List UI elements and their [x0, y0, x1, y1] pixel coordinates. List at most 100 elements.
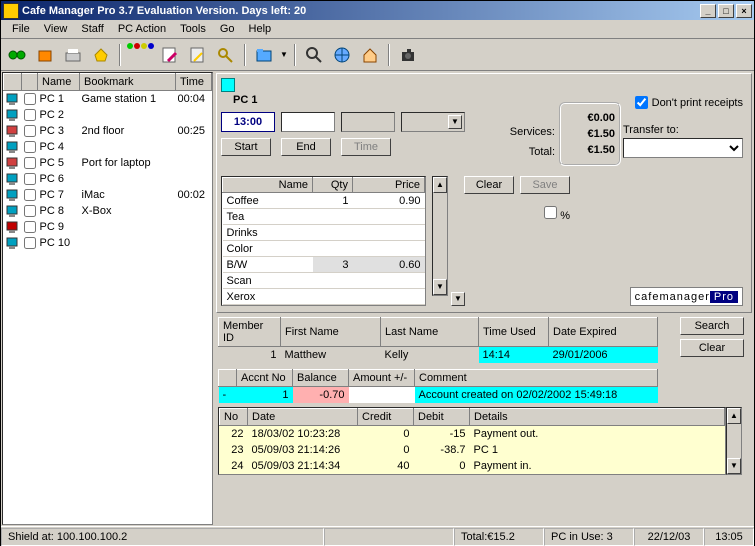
toolbar-btn-2[interactable] [33, 43, 57, 67]
services-scrollbar[interactable]: ▲ ▼ [432, 176, 448, 296]
transactions-table: No Date Credit Debit Details 2218/03/02 … [218, 407, 726, 475]
session-time[interactable]: 13:00 [221, 112, 275, 132]
maximize-button[interactable]: □ [718, 4, 734, 18]
toolbar-btn-4[interactable] [89, 43, 113, 67]
pc-row-checkbox[interactable] [24, 109, 36, 121]
pc-list-row[interactable]: PC 4 [4, 139, 212, 155]
svc-col-qty[interactable]: Qty [313, 178, 353, 193]
session-dropdown[interactable]: ▼ [401, 112, 465, 132]
pc-row-checkbox[interactable] [24, 221, 36, 233]
toolbar-btn-edit[interactable] [158, 43, 182, 67]
scroll-down-icon[interactable]: ▼ [433, 279, 447, 295]
svc-col-name[interactable]: Name [223, 178, 313, 193]
service-row[interactable]: Xerox [223, 289, 425, 305]
menu-staff[interactable]: Staff [74, 21, 110, 37]
menu-help[interactable]: Help [242, 21, 279, 37]
pc-list-row[interactable]: PC 2 [4, 107, 212, 123]
pc-list-row[interactable]: PC 7iMac00:02 [4, 187, 212, 203]
status-time: 13:05 [704, 528, 754, 546]
trans-scroll-up-icon[interactable]: ▲ [727, 408, 741, 424]
session-field-2[interactable] [281, 112, 335, 132]
status-shield: Shield at: 100.100.100.2 [1, 528, 324, 546]
transfer-select[interactable] [623, 138, 743, 158]
totals-box: €0.00 €1.50 €1.50 [559, 102, 621, 166]
menu-view[interactable]: View [37, 21, 75, 37]
toolbar-btn-camera[interactable] [396, 43, 420, 67]
member-row[interactable]: 1 Matthew Kelly 14:14 29/01/2006 [219, 347, 658, 364]
statusbar: Shield at: 100.100.100.2 Total:€15.2 PC … [1, 526, 754, 546]
menu-file[interactable]: File [5, 21, 37, 37]
transaction-row[interactable]: 2405/09/03 21:14:34400Payment in. [220, 458, 725, 474]
pc-row-checkbox[interactable] [24, 173, 36, 185]
pc-list-row[interactable]: PC 5Port for laptop [4, 155, 212, 171]
svc-col-price[interactable]: Price [353, 178, 425, 193]
menubar: File View Staff PC Action Tools Go Help [1, 20, 754, 39]
menu-go[interactable]: Go [213, 21, 242, 37]
total-line3: €1.50 [565, 142, 615, 158]
service-row[interactable]: Tea [223, 209, 425, 225]
toolbar-btn-key[interactable] [214, 43, 238, 67]
transactions-scrollbar[interactable]: ▲ ▼ [726, 407, 742, 475]
service-row[interactable]: Coffee10.90 [223, 193, 425, 209]
toolbar-btn-3[interactable] [61, 43, 85, 67]
menu-pc-action[interactable]: PC Action [111, 21, 173, 37]
toolbar-btn-globe[interactable] [330, 43, 354, 67]
toolbar-btn-folder[interactable] [252, 43, 276, 67]
pc-row-checkbox[interactable] [24, 237, 36, 249]
pc-list-row[interactable]: PC 32nd floor00:25 [4, 123, 212, 139]
clear-services-button[interactable]: Clear [464, 176, 514, 194]
titlebar: Cafe Manager Pro 3.7 Evaluation Version.… [1, 1, 754, 20]
service-row[interactable]: Scan [223, 273, 425, 289]
account-row[interactable]: - 1 -0.70 Account created on 02/02/2002 … [219, 387, 658, 404]
service-row[interactable]: Color [223, 241, 425, 257]
member-panel: Search Clear Member ID First Name Last N… [216, 315, 752, 477]
time-button: Time [341, 138, 391, 156]
pc-row-checkbox[interactable] [24, 157, 36, 169]
pc-list-row[interactable]: PC 1Game station 100:04 [4, 91, 212, 108]
window-title: Cafe Manager Pro 3.7 Evaluation Version.… [22, 5, 306, 17]
service-row[interactable]: Drinks [223, 225, 425, 241]
pc-row-checkbox[interactable] [24, 125, 36, 137]
transaction-row[interactable]: 2305/09/03 21:14:260-38.7PC 1 [220, 442, 725, 458]
pc-row-checkbox[interactable] [24, 189, 36, 201]
pc-col-bookmark[interactable]: Bookmark [80, 74, 176, 91]
pc-status-icon [221, 78, 235, 92]
toolbar-btn-home[interactable] [358, 43, 382, 67]
pc-row-checkbox[interactable] [24, 141, 36, 153]
toolbar-btn-1[interactable] [5, 43, 29, 67]
toolbar-btn-search[interactable] [302, 43, 326, 67]
close-button[interactable]: × [736, 4, 752, 18]
services-expand-icon[interactable]: ▼ [451, 292, 465, 306]
services-table: Name Qty Price Coffee10.90TeaDrinksColor… [221, 176, 426, 306]
service-row[interactable]: B/W30.60 [223, 257, 425, 273]
pc-list-row[interactable]: PC 8X-Box [4, 203, 212, 219]
pc-row-checkbox[interactable] [24, 205, 36, 217]
account-table: Accnt No Balance Amount +/- Comment - 1 … [218, 369, 658, 403]
status-total: Total:€15.2 [454, 528, 544, 546]
pc-col-name[interactable]: Name [38, 74, 80, 91]
dont-print-receipts[interactable]: Don't print receipts [635, 96, 743, 109]
pc-col-check[interactable] [22, 74, 38, 91]
pc-list-row[interactable]: PC 6 [4, 171, 212, 187]
start-button[interactable]: Start [221, 138, 271, 156]
pc-col-icon[interactable] [4, 74, 22, 91]
transfer-to: Transfer to: [623, 124, 743, 158]
pc-col-time[interactable]: Time [176, 74, 212, 91]
pc-list-row[interactable]: PC 10 [4, 235, 212, 251]
end-button[interactable]: End [281, 138, 331, 156]
trans-scroll-down-icon[interactable]: ▼ [727, 458, 741, 474]
toolbar-btn-note[interactable] [186, 43, 210, 67]
pc-row-checkbox[interactable] [24, 93, 36, 105]
minimize-button[interactable]: _ [700, 4, 716, 18]
pct-checkbox[interactable] [544, 206, 557, 219]
session-panel: PC 1 13:00 ▼ Start End Time Services: To… [216, 73, 752, 313]
transaction-row[interactable]: 2218/03/02 10:23:280-15Payment out. [220, 426, 725, 443]
pc-list-table: Name Bookmark Time PC 1Game station 100:… [3, 73, 212, 251]
folder-dropdown[interactable]: ▼ [280, 50, 288, 59]
dont-print-checkbox[interactable] [635, 96, 648, 109]
clear-member-button[interactable]: Clear [680, 339, 744, 357]
menu-tools[interactable]: Tools [173, 21, 213, 37]
pc-list-row[interactable]: PC 9 [4, 219, 212, 235]
search-button[interactable]: Search [680, 317, 744, 335]
scroll-up-icon[interactable]: ▲ [433, 177, 447, 193]
